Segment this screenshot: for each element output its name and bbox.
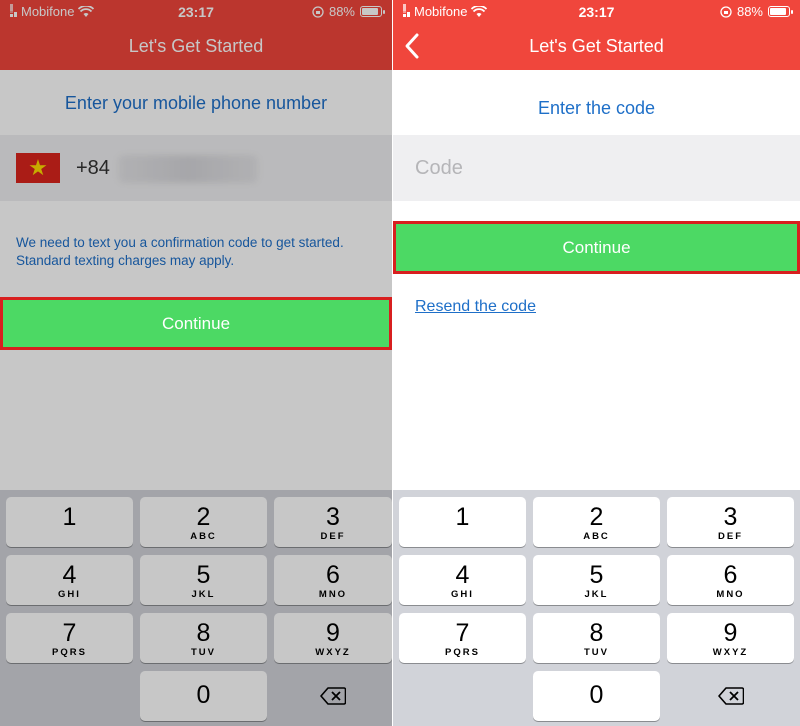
orientation-lock-icon: [312, 5, 324, 18]
info-line: Standard texting charges may apply.: [16, 253, 235, 268]
nav-header: Mobifone 23:17 88% Let's Get Started: [0, 0, 392, 70]
key-7[interactable]: 7 PQRS: [6, 613, 133, 663]
key-8[interactable]: 8 TUV: [140, 613, 267, 663]
numeric-keypad: 1 2 ABC 3 DEF 4 GHI 5 JKL 6 MNO 7 PQRS 8 TUV 9W…: [0, 490, 392, 726]
status-bar: Mobifone 23:17 88%: [0, 0, 392, 24]
confirmation-info: We need to text you a confirmation code …: [16, 234, 384, 270]
continue-button[interactable]: Continue: [0, 297, 392, 350]
info-line: We need to text you a confirmation code …: [16, 235, 344, 250]
key-7[interactable]: 7 PQRS: [399, 613, 526, 663]
nav-header: Mobifone 23:17 88% Let's Get Started: [393, 0, 800, 70]
key-5[interactable]: 5 JKL: [533, 555, 660, 605]
orientation-lock-icon: [720, 5, 732, 18]
backspace-icon[interactable]: [274, 671, 392, 721]
key-6[interactable]: 6 MNO: [274, 555, 392, 605]
page-title: Let's Get Started: [128, 36, 264, 56]
backspace-icon[interactable]: [667, 671, 794, 721]
key-2[interactable]: 2 ABC: [533, 497, 660, 547]
key-0[interactable]: 0: [140, 671, 267, 721]
numeric-keypad: 1 2 ABC 3 DEF 4 GHI 5 JKL 6 MNO 7 PQRS 8 TUV 9W…: [393, 490, 800, 726]
verification-code-screen: Mobifone 23:17 88% Let's Get Started Ent…: [392, 0, 800, 726]
key-5[interactable]: 5 JKL: [140, 555, 267, 605]
key-9[interactable]: 9 WXYZ: [667, 613, 794, 663]
phone-number-screen: Mobifone 23:17 88% Let's Get Started Ent…: [0, 0, 392, 726]
key-6[interactable]: 6 MNO: [667, 555, 794, 605]
phone-prompt: Enter your mobile phone number: [64, 93, 328, 113]
code-prompt: Enter the code: [537, 98, 656, 118]
key-3[interactable]: 3 DEF: [667, 497, 794, 547]
continue-button[interactable]: Continue: [393, 221, 800, 274]
key-4[interactable]: 4 GHI: [399, 555, 526, 605]
phone-number-field[interactable]: [118, 155, 258, 183]
battery-icon: [360, 6, 385, 17]
battery-percent: 88%: [736, 4, 763, 19]
vietnam-flag-icon[interactable]: ★: [16, 153, 60, 183]
key-8[interactable]: 8 TUV: [533, 613, 660, 663]
status-bar: Mobifone 23:17 88%: [393, 0, 800, 24]
phone-input-row[interactable]: ★ +84: [0, 135, 392, 201]
page-title: Let's Get Started: [529, 36, 664, 56]
resend-code-link[interactable]: Resend the code: [415, 298, 536, 316]
code-input-row: [393, 135, 800, 201]
key-1[interactable]: 1: [399, 497, 526, 547]
battery-icon: [768, 6, 793, 17]
key-1[interactable]: 1: [6, 497, 133, 547]
country-code: +84: [76, 157, 110, 179]
key-4[interactable]: 4 GHI: [6, 555, 133, 605]
key-9[interactable]: 9 WXYZ: [274, 613, 392, 663]
key-3[interactable]: 3 DEF: [274, 497, 392, 547]
battery-percent: 88%: [328, 4, 355, 19]
code-input[interactable]: [415, 153, 775, 183]
key-2[interactable]: 2 ABC: [140, 497, 267, 547]
key-0[interactable]: 0: [533, 671, 660, 721]
